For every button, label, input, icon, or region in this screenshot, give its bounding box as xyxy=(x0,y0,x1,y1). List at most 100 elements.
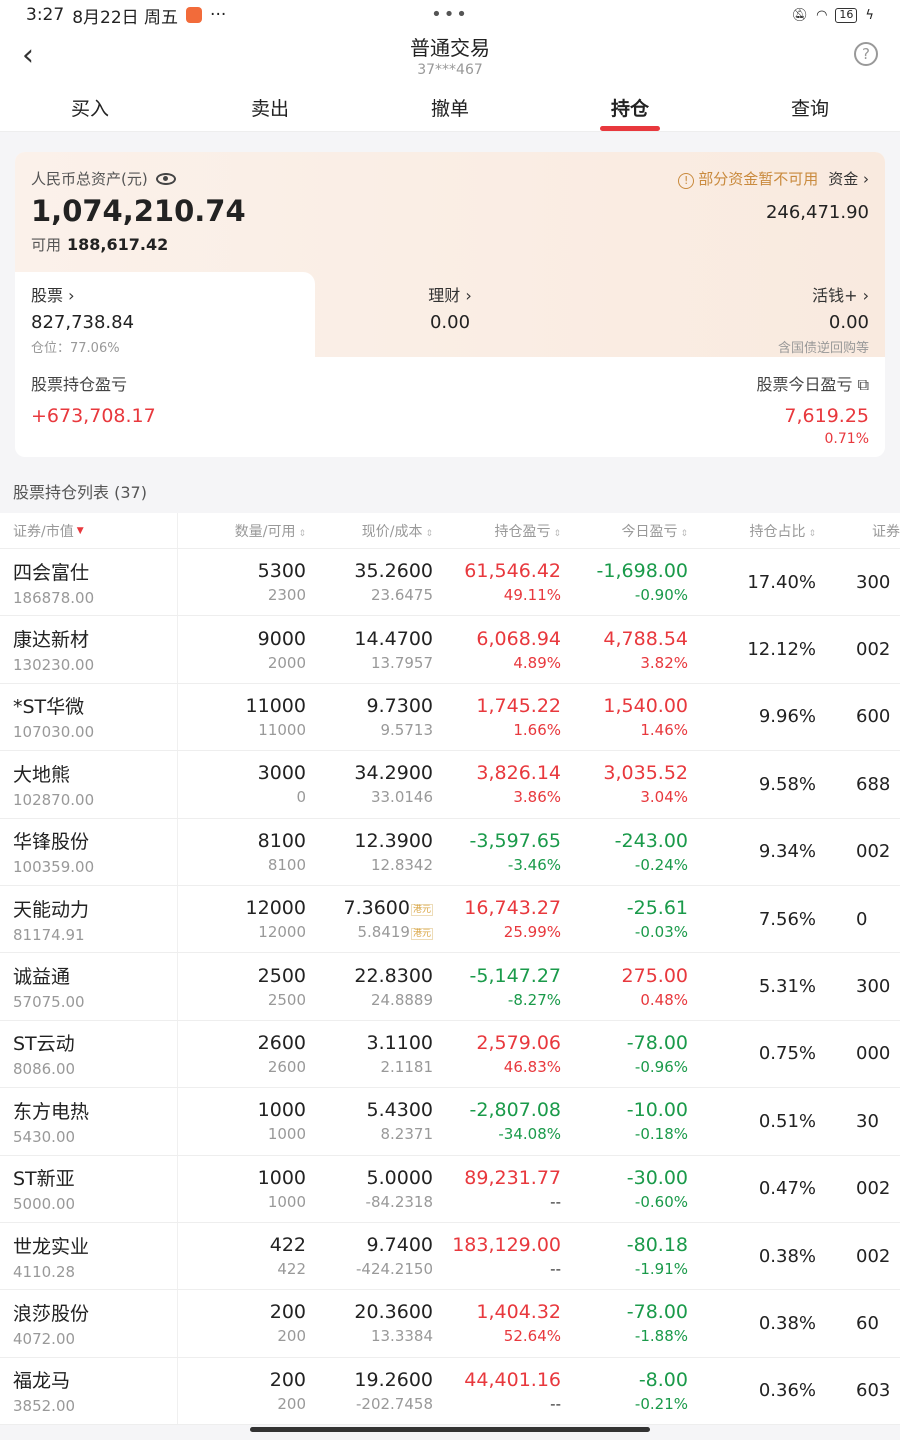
table-row[interactable]: 东方电热 5430.00 1000 1000 5.4300 8.2371 -2,807.08… xyxy=(0,1088,900,1156)
quantity-cell: 8100 8100 xyxy=(178,830,306,874)
table-row[interactable]: 浪莎股份 4072.00 200 200 20.3600 13.3384 1,404.32 5… xyxy=(0,1290,900,1358)
holding-pnl-amount: 44,401.16 xyxy=(464,1368,561,1391)
available-qty: 2600 xyxy=(267,1057,306,1076)
cash-plus-label[interactable]: 活钱+ › xyxy=(778,282,869,306)
column-header-3[interactable]: 持仓盈亏 ⇕ xyxy=(433,521,561,541)
wealth-panel[interactable]: 理财 › 0.00 xyxy=(375,282,525,333)
wealth-label[interactable]: 理财 › xyxy=(375,282,525,306)
today-pnl[interactable]: 股票今日盈亏 ⧉ 7,619.25 0.71% xyxy=(756,371,869,447)
current-price: 19.2600 xyxy=(306,1369,433,1391)
table-row[interactable]: ST新亚 5000.00 1000 1000 5.0000 -84.2318 89,231.… xyxy=(0,1155,900,1223)
security-cell[interactable]: ST新亚 5000.00 xyxy=(0,1155,178,1222)
security-cell[interactable]: 华锋股份 100359.00 xyxy=(0,818,178,885)
funds-notice[interactable]: ! 部分资金暂不可用 资金 › xyxy=(678,168,869,189)
holding-pnl-cell: 6,068.94 4.89% xyxy=(433,628,561,672)
market-value: 8086.00 xyxy=(13,1060,76,1079)
tab-1[interactable]: 卖出 xyxy=(180,88,360,131)
holding-pnl-amount: -2,807.08 xyxy=(469,1099,561,1122)
sort-icon[interactable]: ▼ xyxy=(77,526,84,536)
column-header-4[interactable]: 今日盈亏 ⇕ xyxy=(561,521,688,541)
security-cell[interactable]: 大地熊 102870.00 xyxy=(0,751,178,818)
sort-icon[interactable]: ⇕ xyxy=(553,529,561,539)
table-row[interactable]: 大地熊 102870.00 3000 0 34.2900 33.0146 3,826.14 3… xyxy=(0,751,900,819)
today-pnl-label-text: 股票今日盈亏 xyxy=(756,375,853,394)
today-pnl-amount: 3,035.52 xyxy=(603,762,688,785)
security-cell[interactable]: 东方电热 5430.00 xyxy=(0,1088,178,1155)
table-row[interactable]: 诚益通 57075.00 2500 2500 22.8300 24.8889 -5,147.… xyxy=(0,953,900,1021)
today-pnl-cell: 1,540.00 1.46% xyxy=(561,695,688,739)
security-name: 华锋股份 xyxy=(13,831,90,854)
table-row[interactable]: 天能动力 81174.91 12000 12000 7.3600 港元 5.8419 港元 16… xyxy=(0,885,900,954)
sort-icon[interactable]: ⇕ xyxy=(808,529,816,539)
table-row[interactable]: 康达新材 130230.00 9000 2000 14.4700 13.7957 6,068… xyxy=(0,616,900,684)
table-row[interactable]: 四会富仕 186878.00 5300 2300 35.2600 23.6475 61,54… xyxy=(0,549,900,617)
current-price: 3.1100 xyxy=(306,1032,433,1054)
cash-plus-panel[interactable]: 活钱+ › 0.00 含国债逆回购等 xyxy=(778,282,869,356)
cost-price: 9.5713 xyxy=(306,721,434,739)
stock-label[interactable]: 股票 › xyxy=(31,282,299,306)
fund-link[interactable]: 资金 › xyxy=(828,168,869,189)
tab-4[interactable]: 查询 xyxy=(720,88,900,131)
table-row[interactable]: 华锋股份 100359.00 8100 8100 12.3900 12.8342 -3,59… xyxy=(0,818,900,886)
table-row[interactable]: *ST华微 107030.00 11000 11000 9.7300 9.5713 1,74… xyxy=(0,683,900,752)
security-cell[interactable]: 康达新材 130230.00 xyxy=(0,616,178,683)
current-price-value: 19.2600 xyxy=(354,1368,433,1391)
security-cell[interactable]: 天能动力 81174.91 xyxy=(0,885,178,953)
window-handle-dots[interactable]: ••• xyxy=(431,4,469,25)
holding-pnl-value: +673,708.17 xyxy=(31,405,156,427)
sort-icon[interactable]: ⇕ xyxy=(298,529,306,539)
cost-price-value: 24.8889 xyxy=(370,990,433,1009)
security-code: 60 xyxy=(856,1312,879,1334)
quantity-cell: 200 200 xyxy=(178,1369,306,1413)
table-row[interactable]: 世龙实业 4110.28 422 422 9.7400 -424.2150 183,129.… xyxy=(0,1222,900,1291)
security-cell[interactable]: ST云动 8086.00 xyxy=(0,1020,178,1088)
security-code: 002 xyxy=(856,639,891,661)
today-pnl-label[interactable]: 股票今日盈亏 ⧉ xyxy=(756,371,869,395)
security-cell[interactable]: 福龙马 3852.00 xyxy=(0,1357,178,1425)
market-value: 186878.00 xyxy=(13,588,95,607)
security-code: 603 xyxy=(856,1380,891,1402)
column-header-2[interactable]: 现价/成本 ⇕ xyxy=(306,521,433,541)
tab-2[interactable]: 撤单 xyxy=(360,88,540,131)
cost-price: 2.1181 xyxy=(306,1058,434,1076)
holding-pnl-cell: 1,745.22 1.66% xyxy=(433,695,561,739)
today-pnl-amount: -78.00 xyxy=(626,1031,688,1054)
column-header-6[interactable]: 证券 xyxy=(816,521,900,541)
today-pnl-amount: -243.00 xyxy=(614,829,688,852)
available-qty: 8100 xyxy=(267,855,306,874)
notice-text[interactable]: ! 部分资金暂不可用 xyxy=(678,168,818,189)
price-cell: 20.3600 13.3384 xyxy=(306,1301,433,1345)
security-cell[interactable]: *ST华微 107030.00 xyxy=(0,683,178,751)
today-pnl-cell: -1,698.00 -0.90% xyxy=(561,560,688,604)
security-cell[interactable]: 四会富仕 186878.00 xyxy=(0,549,178,616)
security-cell[interactable]: 诚益通 57075.00 xyxy=(0,953,178,1020)
security-cell[interactable]: 浪莎股份 4072.00 xyxy=(0,1290,178,1357)
position-ratio: 仓位：77.06% xyxy=(31,341,120,356)
tab-0[interactable]: 买入 xyxy=(0,88,180,131)
security-cell[interactable]: 世龙实业 4110.28 xyxy=(0,1222,178,1290)
security-name: 浪莎股份 xyxy=(13,1302,90,1325)
cost-price: 13.3384 xyxy=(306,1327,433,1345)
home-indicator[interactable] xyxy=(250,1427,650,1432)
sort-icon[interactable]: ⇕ xyxy=(680,529,688,539)
column-header-1[interactable]: 数量/可用 ⇕ xyxy=(178,521,306,541)
sort-icon[interactable]: ⇕ xyxy=(425,529,433,539)
market-value: 4110.28 xyxy=(13,1262,76,1281)
security-name: 大地熊 xyxy=(13,763,71,786)
current-price: 9.7300 xyxy=(306,695,433,717)
holdings-list-title: 股票持仓列表 (37) xyxy=(13,483,147,502)
table-row[interactable]: 福龙马 3852.00 200 200 19.2600 -202.7458 44,401.1… xyxy=(0,1357,900,1426)
help-icon[interactable]: ? xyxy=(854,42,878,66)
status-date: 8月22日 周五 xyxy=(72,7,179,28)
status-more: ··· xyxy=(210,5,227,25)
tab-3[interactable]: 持仓 xyxy=(540,88,720,131)
external-link-icon[interactable]: ⧉ xyxy=(858,375,869,394)
column-header-5[interactable]: 持仓占比 ⇕ xyxy=(688,521,816,541)
eye-icon[interactable] xyxy=(155,172,176,185)
today-pnl-amount: -78.00 xyxy=(626,1301,688,1324)
table-row[interactable]: ST云动 8086.00 2600 2600 3.1100 2.1181 2,579.06 4… xyxy=(0,1020,900,1089)
today-pnl-cell: -10.00 -0.18% xyxy=(561,1099,688,1143)
column-header-0[interactable]: 证券/市值 ▼ xyxy=(0,513,178,548)
stock-asset-panel[interactable]: 股票 › 827,738.84 仓位：77.06% xyxy=(15,272,315,357)
cash-plus-value: 0.00 xyxy=(828,312,869,333)
